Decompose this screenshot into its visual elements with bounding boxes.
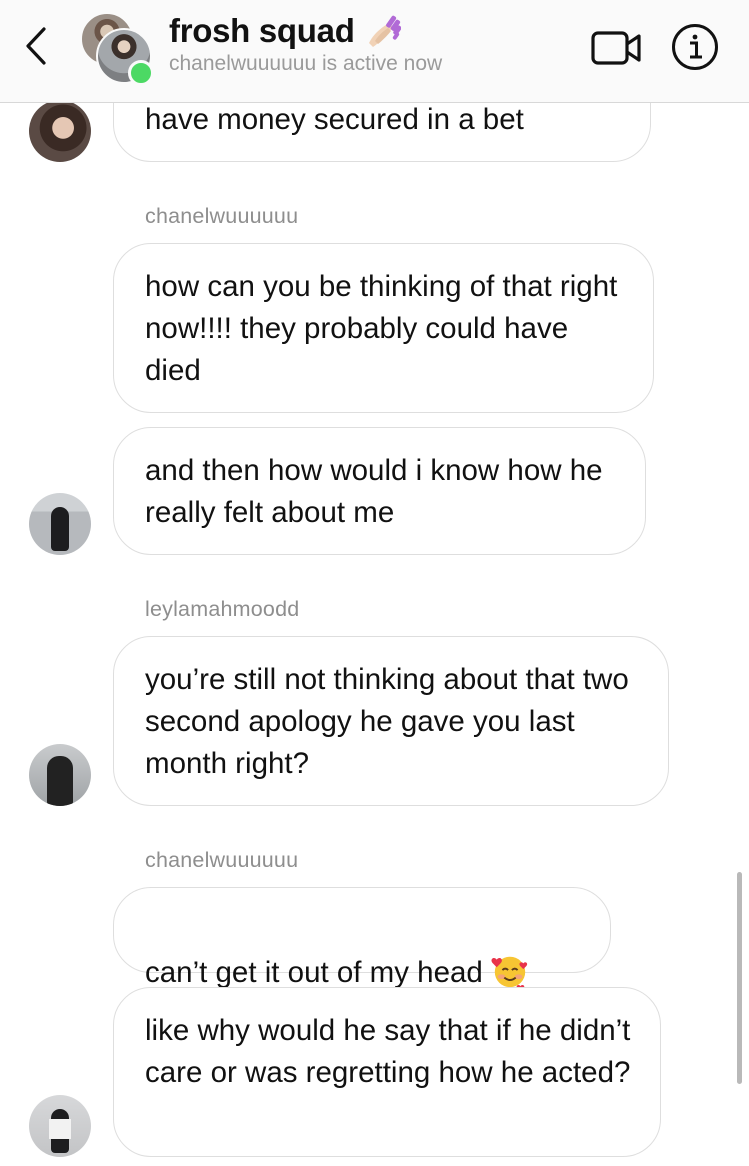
chevron-left-icon bbox=[26, 27, 46, 65]
video-call-button[interactable] bbox=[590, 26, 644, 70]
sender-avatar[interactable] bbox=[29, 100, 91, 162]
sender-avatar[interactable] bbox=[29, 744, 91, 806]
info-button[interactable] bbox=[670, 22, 720, 72]
sender-avatar[interactable] bbox=[29, 493, 91, 555]
message-text: can’t get it out of my head bbox=[145, 956, 483, 989]
active-status-indicator bbox=[128, 60, 154, 86]
message-bubble[interactable]: like why would he say that if he didn’t … bbox=[113, 987, 661, 1157]
message-thread[interactable]: have money secured in a bet chanelwuuuuu… bbox=[0, 0, 749, 1166]
info-icon bbox=[672, 24, 718, 70]
video-camera-icon bbox=[591, 31, 641, 65]
sender-name: leylamahmoodd bbox=[145, 597, 300, 621]
chat-header: frosh squad chanelwuuuuuu is active now bbox=[0, 0, 749, 103]
message-bubble[interactable]: you’re still not thinking about that two… bbox=[113, 636, 669, 806]
chat-title: frosh squad bbox=[169, 12, 355, 49]
chat-title-block[interactable]: frosh squad chanelwuuuuuu is active now bbox=[169, 12, 569, 76]
message-bubble[interactable]: can’t get it out of my head bbox=[113, 887, 611, 990]
sender-name: chanelwuuuuuu bbox=[145, 848, 299, 872]
sender-avatar[interactable] bbox=[29, 1095, 91, 1157]
message-bubble[interactable]: and then how would i know how he really … bbox=[113, 427, 646, 555]
back-button[interactable] bbox=[16, 24, 56, 68]
dm-thread-screen: have money secured in a bet chanelwuuuuu… bbox=[0, 0, 749, 1166]
active-status-text: chanelwuuuuuu is active now bbox=[169, 52, 443, 75]
smiling-face-with-hearts-icon bbox=[491, 956, 527, 990]
sender-name: chanelwuuuuuu bbox=[145, 204, 299, 228]
message-bubble[interactable]: how can you be thinking of that right no… bbox=[113, 243, 654, 413]
scrollbar[interactable] bbox=[737, 872, 742, 1084]
nail-polish-icon bbox=[368, 15, 401, 47]
